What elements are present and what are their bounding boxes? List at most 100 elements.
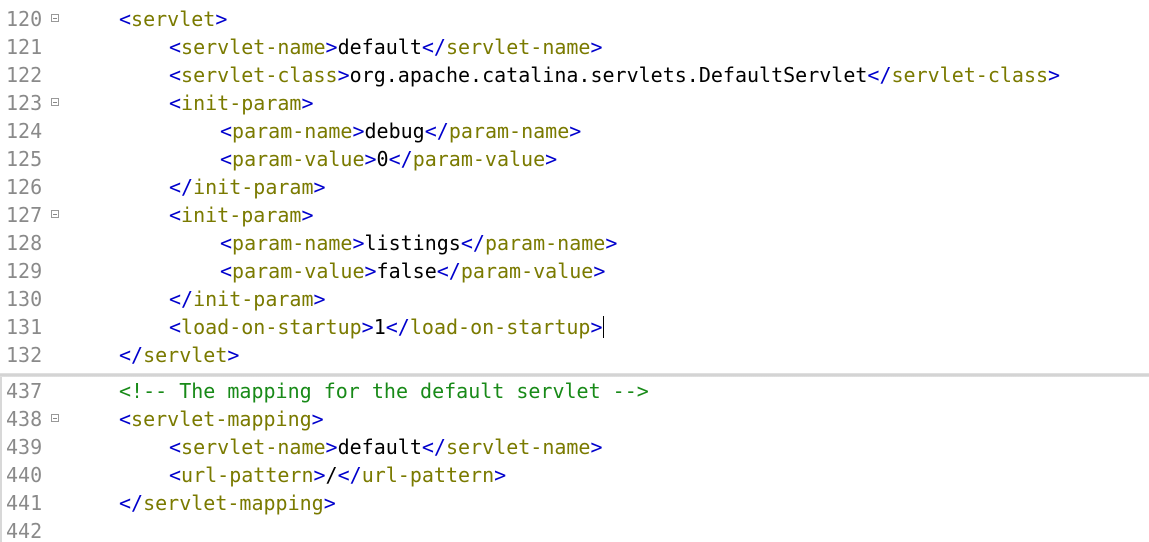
code-line[interactable]: 125 <param-value>0</param-value> [0,145,1149,173]
code-line[interactable]: 131 <load-on-startup>1</load-on-startup> [0,313,1149,341]
code-line[interactable]: 123 <init-param> [0,89,1149,117]
tag-bracket: < [119,7,132,31]
tag-bracket: > [593,259,606,283]
code-line[interactable]: 438 <servlet-mapping> [0,405,1149,433]
tag-bracket: > [545,147,558,171]
code-content: <servlet> [119,5,227,33]
fold-collapse-icon[interactable] [51,414,59,422]
tag-bracket: < [220,231,233,255]
line-number: 124 [6,119,43,143]
line-number: 438 [6,407,43,431]
tag-bracket: < [169,203,182,227]
line-number: 440 [6,463,43,487]
fold-collapse-icon[interactable] [51,14,59,22]
tag-bracket: > [301,91,314,115]
tag-bracket: </ [424,119,449,143]
tag-bracket: </ [867,63,892,87]
tag-bracket: </ [421,35,446,59]
tag-bracket: > [323,491,336,515]
tag-bracket: > [227,343,240,367]
tag-bracket: > [569,119,582,143]
line-number: 437 [6,379,43,403]
line-number: 121 [6,35,43,59]
code-line[interactable]: 128 <param-name>listings</param-name> [0,229,1149,257]
fold-collapse-icon[interactable] [51,210,59,218]
tag-name: init-param [193,287,314,311]
tag-name: init-param [181,91,302,115]
tag-bracket: </ [119,491,144,515]
code-line[interactable]: 124 <param-name>debug</param-name> [0,117,1149,145]
code-line[interactable]: 437 <!-- The mapping for the default serv… [0,377,1149,405]
tag-name: servlet-name [181,35,326,59]
tag-bracket: > [352,119,365,143]
code-line[interactable]: 441 </servlet-mapping> [0,489,1149,517]
tag-name: param-value [232,147,365,171]
tag-name: param-value [460,259,594,283]
tag-bracket: > [313,463,326,487]
tag-bracket: > [325,435,338,459]
tag-name: servlet-name [445,35,591,59]
tag-bracket: </ [169,287,194,311]
code-line[interactable]: 129 <param-value>false</param-value> [0,257,1149,285]
tag-name: init-param [181,203,302,227]
line-number: 120 [6,7,43,31]
tag-name: servlet-mapping [131,407,312,431]
tag-name: servlet [131,7,216,31]
code-line[interactable]: 122 <servlet-class>org.apache.catalina.se… [0,61,1149,89]
code-content: <!-- The mapping for the default servlet… [119,377,649,405]
editor-pane-bottom[interactable]: 437 <!-- The mapping for the default serv… [0,377,1149,542]
code-editor[interactable]: 120 <servlet> 121 <servlet-name>default</se… [0,0,1149,542]
vertical-scrollbar[interactable] [0,377,2,542]
line-number: 442 [6,519,43,542]
tag-bracket: > [301,203,314,227]
code-line[interactable]: 442 [0,517,1149,542]
code-line[interactable]: 130 </init-param> [0,285,1149,313]
code-line[interactable]: 127 <init-param> [0,201,1149,229]
tag-bracket: > [605,231,618,255]
code-content: <param-value>false</param-value> [119,257,605,285]
tag-bracket: < [169,315,182,339]
fold-collapse-icon[interactable] [51,98,59,106]
code-line[interactable]: 120 <servlet> [0,5,1149,33]
line-number: 132 [6,343,43,367]
tag-bracket: </ [460,231,485,255]
tag-bracket: < [169,91,182,115]
code-text: default [337,35,422,59]
code-content: <param-value>0</param-value> [119,145,557,173]
code-content: <init-param> [119,89,314,117]
code-text: default [337,435,422,459]
tag-bracket: < [169,463,182,487]
code-content: <servlet-mapping> [119,405,324,433]
tag-bracket: </ [337,463,362,487]
tag-name: param-name [448,119,570,143]
tag-name: param-value [232,259,365,283]
tag-bracket: > [311,407,324,431]
code-line[interactable]: 440 <url-pattern>/</url-pattern> [0,461,1149,489]
tag-name: servlet-class [181,63,338,87]
editor-pane-top[interactable]: 120 <servlet> 121 <servlet-name>default</se… [0,5,1149,373]
tag-name: url-pattern [361,463,495,487]
code-line[interactable]: 132 </servlet> [0,341,1149,369]
tag-name: param-name [232,231,353,255]
tag-bracket: < [119,407,132,431]
line-number: 439 [6,435,43,459]
line-number: 131 [6,315,43,339]
tag-bracket: > [361,315,374,339]
tag-name: url-pattern [181,463,314,487]
code-text: listings [364,231,461,255]
tag-name: servlet-name [181,435,326,459]
tag-bracket: > [313,287,326,311]
line-number: 128 [6,231,43,255]
tag-name: param-value [412,147,546,171]
tag-name: servlet [143,343,228,367]
tag-bracket: < [169,63,182,87]
code-content: <param-name>listings</param-name> [119,229,617,257]
code-line[interactable]: 126 </init-param> [0,173,1149,201]
tag-bracket: > [352,231,365,255]
code-text: debug [364,119,425,143]
tag-bracket: </ [119,343,144,367]
tag-name: init-param [193,175,314,199]
code-line[interactable]: 121 <servlet-name>default</servlet-name> [0,33,1149,61]
code-line[interactable]: 439 <servlet-name>default</servlet-name> [0,433,1149,461]
tag-bracket: > [590,315,603,339]
